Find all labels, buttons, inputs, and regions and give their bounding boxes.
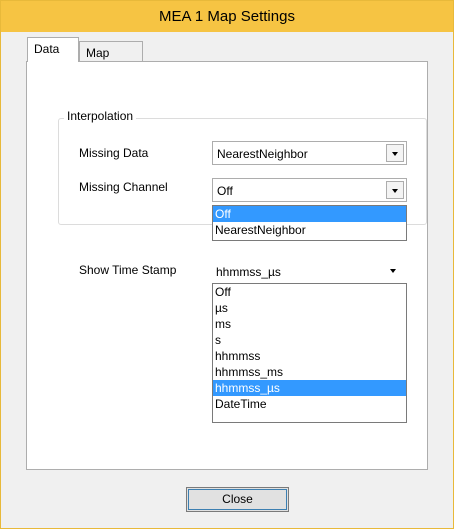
chevron-down-icon <box>392 189 398 193</box>
tab-map[interactable]: Map <box>79 41 143 62</box>
tab-map-label: Map <box>86 46 110 60</box>
tab-data[interactable]: Data <box>27 37 79 62</box>
chevron-down-icon <box>392 152 398 156</box>
dropdown-option[interactable]: hhmmss <box>213 348 406 364</box>
missing-data-label: Missing Data <box>79 146 149 160</box>
window-title: MEA 1 Map Settings <box>159 8 295 25</box>
missing-data-value: NearestNeighbor <box>217 147 308 161</box>
close-button[interactable]: Close <box>186 487 289 512</box>
dropdown-option[interactable]: ms <box>213 316 406 332</box>
missing-data-select[interactable]: NearestNeighbor <box>212 141 407 165</box>
missing-channel-value: Off <box>217 184 233 198</box>
dropdown-option[interactable]: s <box>213 332 406 348</box>
missing-channel-select[interactable]: Off <box>212 178 407 202</box>
focus-border <box>188 489 287 510</box>
missing-data-dropdown-button[interactable] <box>386 144 404 162</box>
dropdown-option[interactable]: Off <box>213 284 406 300</box>
missing-channel-dropdown-list: Off NearestNeighbor <box>212 205 407 241</box>
interpolation-group-title: Interpolation <box>64 109 137 123</box>
dropdown-option[interactable]: Off <box>213 206 406 222</box>
time-stamp-dropdown-list: Off µs ms s hhmmss hhmmss_ms hhmmss_µs D… <box>212 283 407 423</box>
dropdown-option[interactable]: DateTime <box>213 396 406 412</box>
dropdown-option[interactable]: NearestNeighbor <box>213 222 406 238</box>
dropdown-option[interactable]: hhmmss_µs <box>213 380 406 396</box>
time-stamp-select[interactable]: hhmmss_µs <box>212 260 407 282</box>
title-bar[interactable]: MEA 1 Map Settings <box>1 1 453 32</box>
missing-channel-label: Missing Channel <box>79 180 168 194</box>
tab-data-label: Data <box>34 42 60 56</box>
time-stamp-dropdown-button[interactable] <box>386 264 400 278</box>
dropdown-option[interactable]: µs <box>213 300 406 316</box>
show-time-stamp-label: Show Time Stamp <box>79 263 177 277</box>
time-stamp-value: hhmmss_µs <box>216 265 281 279</box>
missing-channel-dropdown-button[interactable] <box>386 181 404 199</box>
dropdown-option[interactable]: hhmmss_ms <box>213 364 406 380</box>
chevron-down-icon <box>390 269 396 273</box>
